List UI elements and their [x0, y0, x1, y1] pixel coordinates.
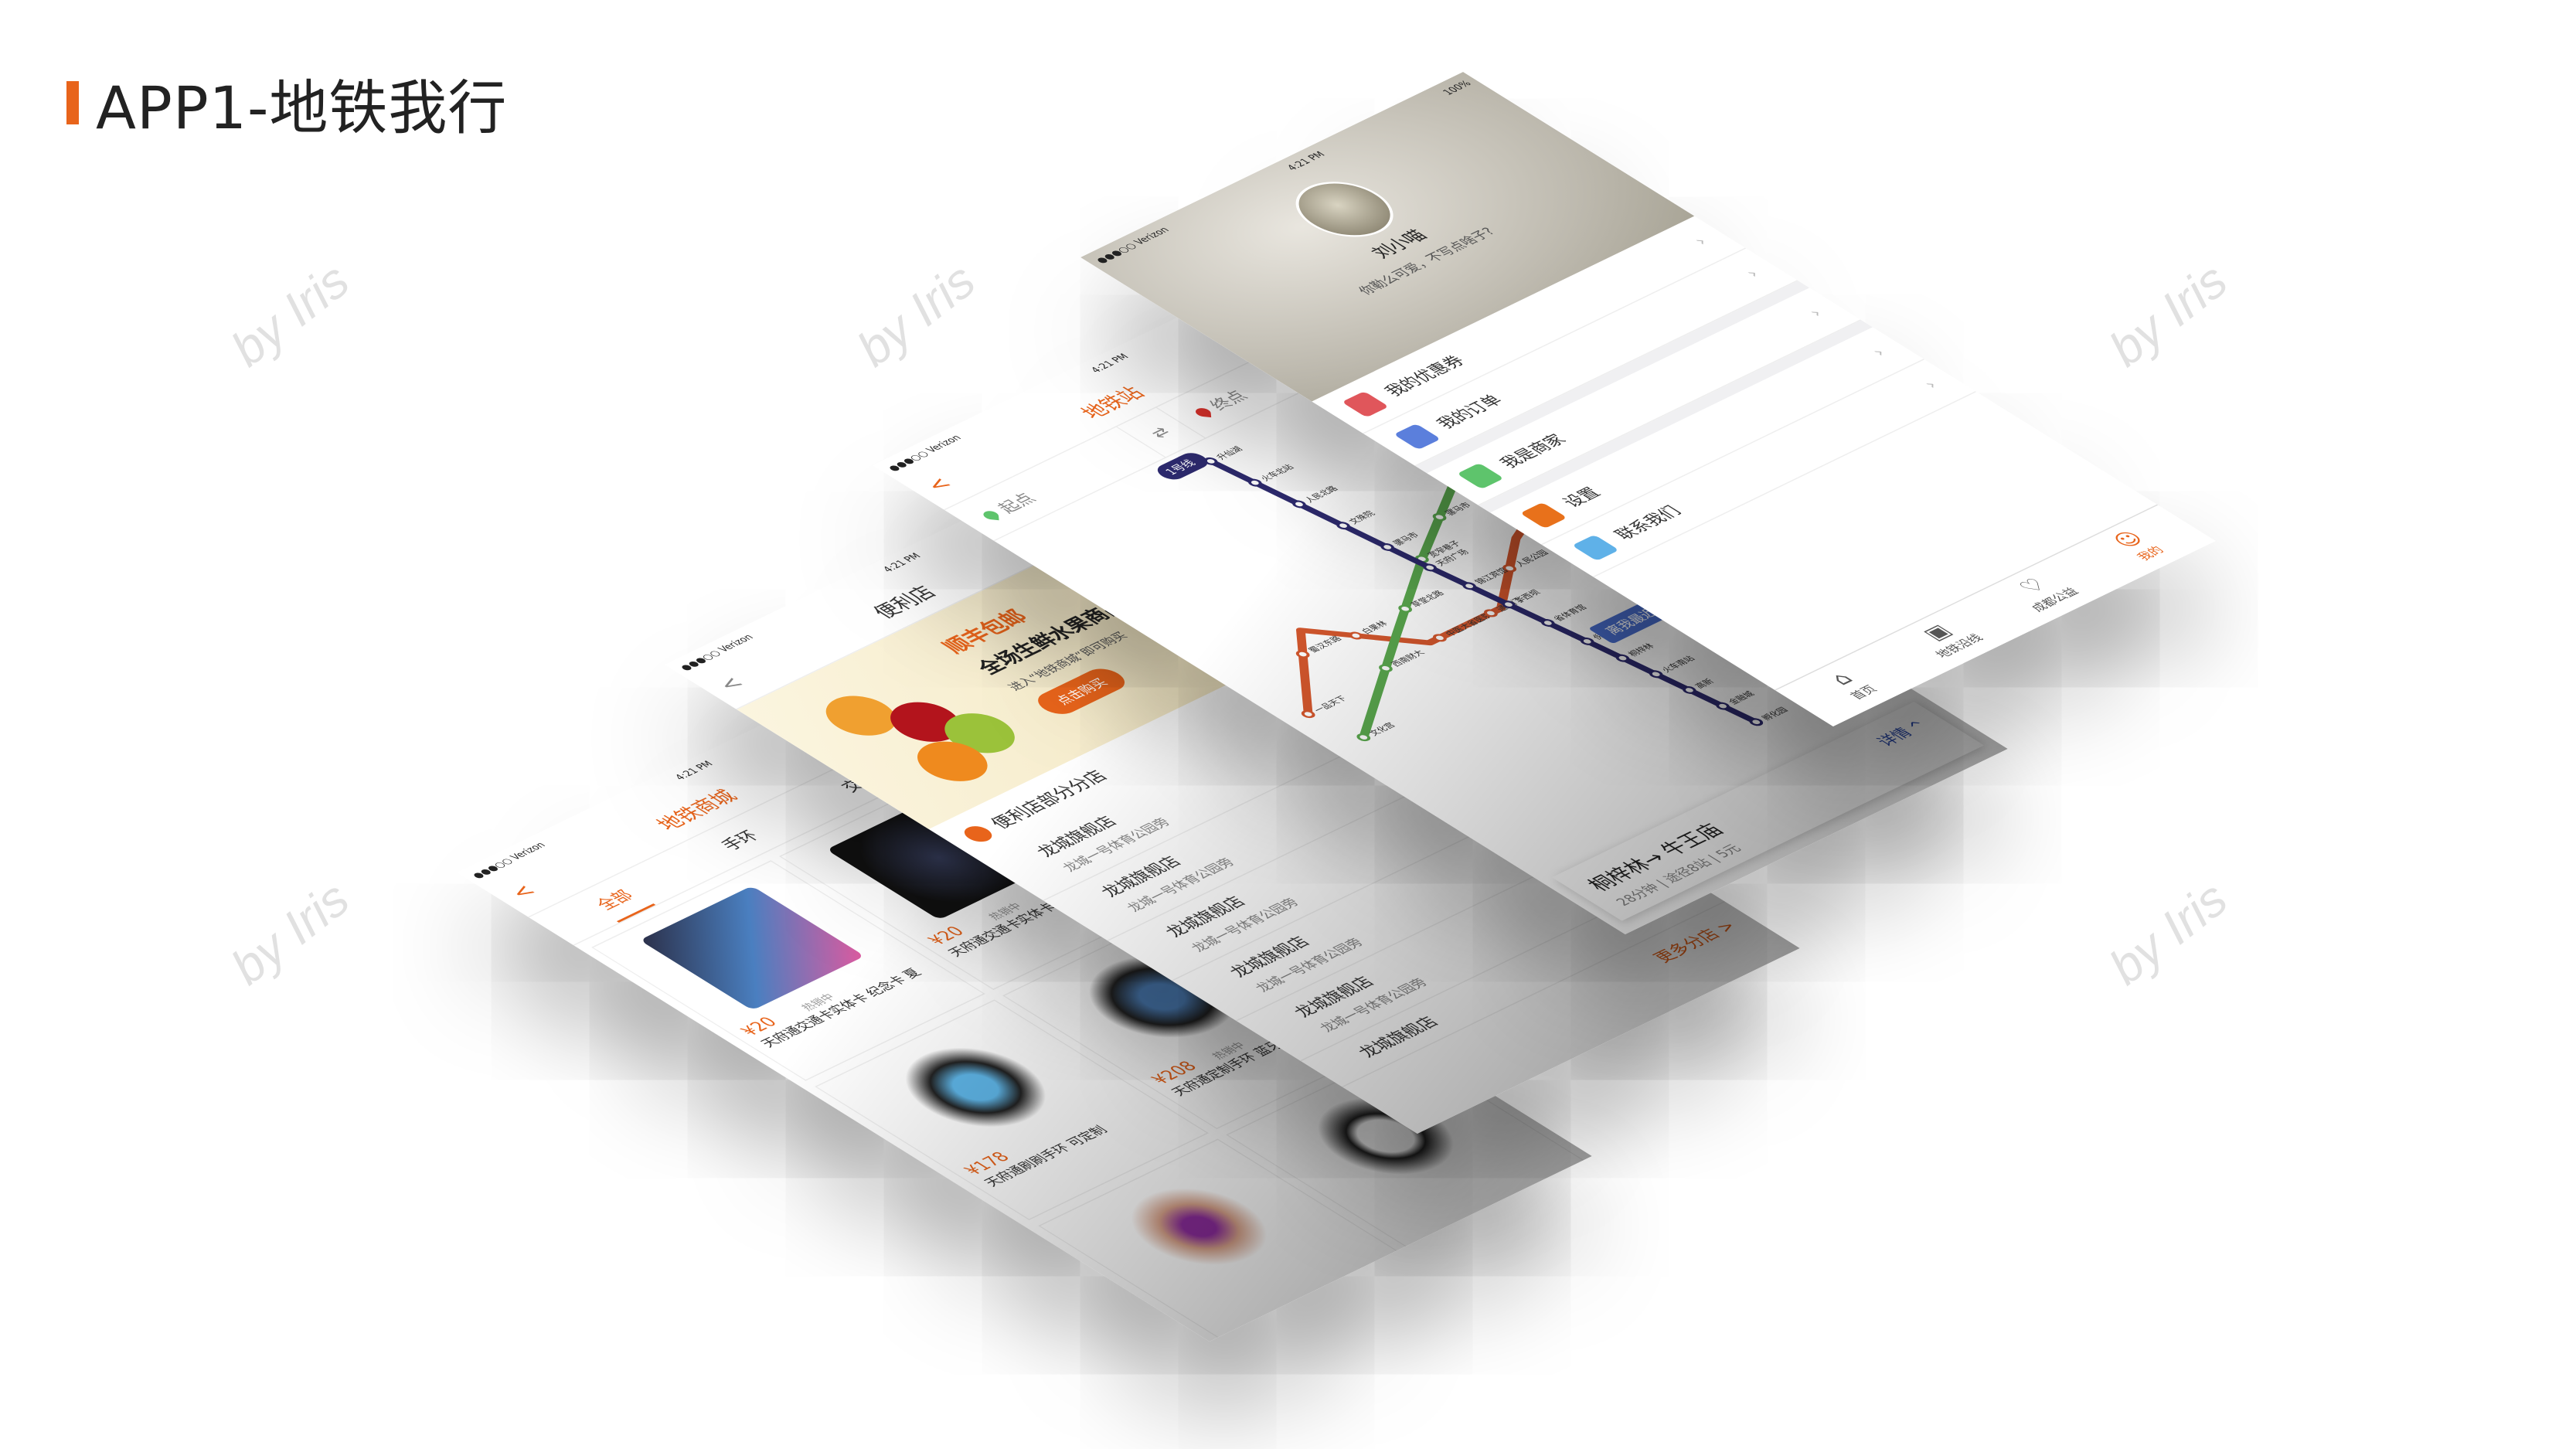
- station-label: 蜀汉东路: [1305, 634, 1344, 655]
- station-label: 桐梓林: [1625, 641, 1657, 658]
- origin-placeholder: 起点: [993, 491, 1041, 516]
- menu-label: 我是商家: [1495, 431, 1571, 471]
- tab-bar: ⌂ 首页 ▣ 地铁沿线 ♡ 成都公益 ☺ 我的: [1774, 504, 2216, 726]
- station-dot[interactable]: [1301, 710, 1315, 719]
- chevron-right-icon: ›: [1741, 266, 1764, 281]
- station-dot[interactable]: [1615, 654, 1630, 662]
- menu-label: 联系我们: [1610, 503, 1686, 543]
- tab-label: 我的: [2135, 545, 2169, 563]
- station-label: 人民公园: [1513, 549, 1551, 568]
- station-dot[interactable]: [1749, 718, 1764, 726]
- station-dot[interactable]: [1462, 582, 1476, 590]
- station-dot[interactable]: [1291, 500, 1306, 509]
- tab-label: 首页: [1848, 684, 1881, 702]
- chevron-right-icon: ›: [1803, 305, 1828, 320]
- watch-image: [1086, 1164, 1312, 1290]
- station-dot[interactable]: [1247, 478, 1262, 487]
- destination-placeholder: 终点: [1205, 388, 1253, 413]
- station-dot[interactable]: [1349, 631, 1363, 640]
- destination-pin-icon: [1194, 407, 1210, 417]
- tab-wristband[interactable]: 手环: [713, 826, 764, 854]
- store-icon: [958, 822, 997, 845]
- menu-icon: [1341, 390, 1389, 417]
- watermark: by Iris: [220, 870, 359, 995]
- slide-title: APP1-地铁我行: [66, 60, 507, 145]
- origin-pin-icon: [982, 509, 999, 520]
- station-label: 金融城: [1726, 689, 1758, 706]
- menu-icon: [1393, 423, 1441, 450]
- menu-icon: [1519, 502, 1567, 529]
- station-label: 一品天下: [1312, 695, 1349, 714]
- carrier: ●●●○○ Verizon: [1092, 225, 1172, 265]
- station-dot[interactable]: [1540, 619, 1555, 628]
- station-label: 火车南站: [1659, 654, 1697, 674]
- station-label: 省体育馆: [1550, 603, 1589, 623]
- tab-icon: ☺: [2107, 528, 2151, 553]
- watermark: by Iris: [2098, 870, 2237, 995]
- time: 4:21 PM: [1284, 149, 1327, 172]
- chevron-right-icon: ›: [1866, 345, 1891, 359]
- station-dot[interactable]: [1336, 522, 1350, 530]
- menu-icon: [1456, 462, 1504, 489]
- menu-icon: [1571, 534, 1619, 561]
- station-dot[interactable]: [1423, 563, 1438, 572]
- station-dot[interactable]: [1380, 543, 1395, 552]
- menu-label: 设置: [1558, 485, 1605, 510]
- station-label: 文殊院: [1346, 509, 1378, 526]
- slide-title-text: APP1-地铁我行: [96, 73, 508, 142]
- chevron-right-icon: ›: [1918, 377, 1943, 392]
- menu-label: 我的订单: [1432, 392, 1508, 432]
- station-label: 火车北站: [1257, 463, 1296, 483]
- watermark: by Iris: [220, 252, 359, 377]
- station-dot[interactable]: [1649, 670, 1663, 679]
- station-dot[interactable]: [1682, 685, 1696, 695]
- title-accent-bar: [66, 81, 79, 124]
- station-label: 人民北路: [1302, 484, 1341, 504]
- watermark: by Iris: [2098, 252, 2237, 377]
- station-dot[interactable]: [1295, 650, 1310, 658]
- station-dot[interactable]: [1715, 702, 1730, 710]
- station-label: 升仙湖: [1213, 444, 1245, 461]
- station-dot[interactable]: [1580, 637, 1594, 645]
- chevron-right-icon: ›: [1688, 233, 1713, 249]
- tab-icon: ⌂: [1824, 668, 1860, 689]
- battery: 100%: [1439, 78, 1474, 97]
- station-label: 骡马市: [1390, 531, 1422, 547]
- station-label: 孵化园: [1759, 706, 1791, 722]
- watermark: by Iris: [846, 252, 985, 377]
- station-label: 白果林: [1359, 619, 1390, 635]
- station-label: 高新: [1692, 677, 1716, 690]
